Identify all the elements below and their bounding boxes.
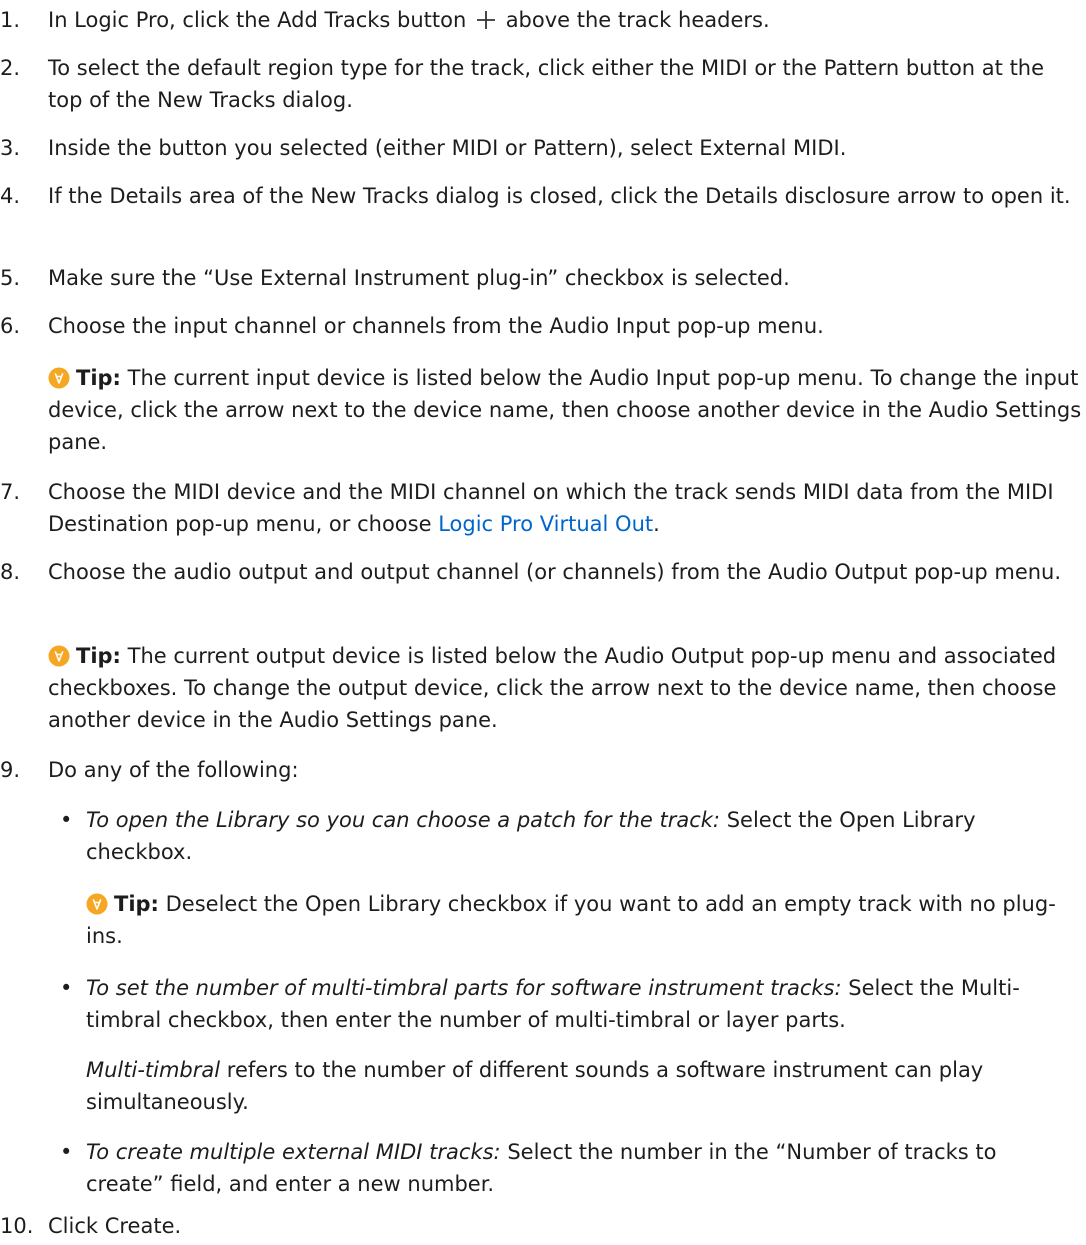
- bullet-text: To open the Library so you can choose a …: [86, 804, 1080, 868]
- step-number: 9.: [0, 758, 21, 782]
- lightbulb-icon: [48, 645, 70, 667]
- step-text: Choose the input channel or channels fro…: [48, 314, 824, 338]
- bullet-marker: •: [60, 976, 73, 1000]
- step-number: 5.: [0, 266, 21, 290]
- note-text: refers to the number of different sounds…: [86, 1058, 984, 1114]
- step-text-part: .: [653, 512, 660, 536]
- lightbulb-icon: [86, 893, 108, 915]
- bullet-text: To set the number of multi-timbral parts…: [86, 972, 1080, 1036]
- logic-pro-virtual-out-link[interactable]: Logic Pro Virtual Out: [438, 512, 653, 536]
- step-text: Make sure the “Use External Instrument p…: [48, 266, 790, 290]
- tip-callout: Tip: The current output device is listed…: [48, 640, 1082, 736]
- step-number: 10.: [0, 1214, 34, 1238]
- step-number: 8.: [0, 560, 21, 584]
- step-number: 7.: [0, 480, 21, 504]
- step-text: Choose the MIDI device and the MIDI chan…: [48, 476, 1080, 540]
- step-text-part: In Logic Pro, click the Add Tracks butto…: [48, 8, 467, 32]
- tip-text: Deselect the Open Library checkbox if yo…: [86, 892, 1056, 948]
- step-text-part: above the track headers.: [505, 8, 770, 32]
- plus-icon: [477, 11, 495, 29]
- bullet-text: To create multiple external MIDI tracks:…: [86, 1136, 1080, 1200]
- tip-callout: Tip: Deselect the Open Library checkbox …: [86, 888, 1086, 952]
- note-term: Multi-timbral: [86, 1058, 221, 1082]
- tip-callout: Tip: The current input device is listed …: [48, 362, 1082, 458]
- step-number: 2.: [0, 56, 21, 80]
- step-text: In Logic Pro, click the Add Tracks butto…: [48, 4, 1080, 36]
- tip-label: Tip:: [76, 366, 121, 390]
- step-number: 6.: [0, 314, 21, 338]
- bullet-marker: •: [60, 1140, 73, 1164]
- tip-text: The current input device is listed below…: [48, 366, 1082, 454]
- bullet-lead: To open the Library so you can choose a …: [86, 808, 721, 832]
- tip-label: Tip:: [76, 644, 121, 668]
- step-number: 4.: [0, 184, 21, 208]
- step-text: Inside the button you selected (either M…: [48, 136, 847, 160]
- step-text: Do any of the following:: [48, 758, 299, 782]
- step-text: Click Create.: [48, 1214, 182, 1238]
- step-text: Choose the audio output and output chann…: [48, 560, 1062, 584]
- bullet-marker: •: [60, 808, 73, 832]
- instructions-document: 1. In Logic Pro, click the Add Tracks bu…: [0, 0, 1086, 1245]
- tip-text: The current output device is listed belo…: [48, 644, 1057, 732]
- tip-label: Tip:: [114, 892, 159, 916]
- step-number: 3.: [0, 136, 21, 160]
- bullet-lead: To set the number of multi-timbral parts…: [86, 976, 842, 1000]
- step-text: To select the default region type for th…: [48, 56, 1045, 112]
- bullet-lead: To create multiple external MIDI tracks:: [86, 1140, 501, 1164]
- step-text: If the Details area of the New Tracks di…: [48, 184, 1071, 208]
- step-number: 1.: [0, 8, 21, 32]
- lightbulb-icon: [48, 367, 70, 389]
- multi-timbral-note: Multi-timbral refers to the number of di…: [86, 1054, 1086, 1118]
